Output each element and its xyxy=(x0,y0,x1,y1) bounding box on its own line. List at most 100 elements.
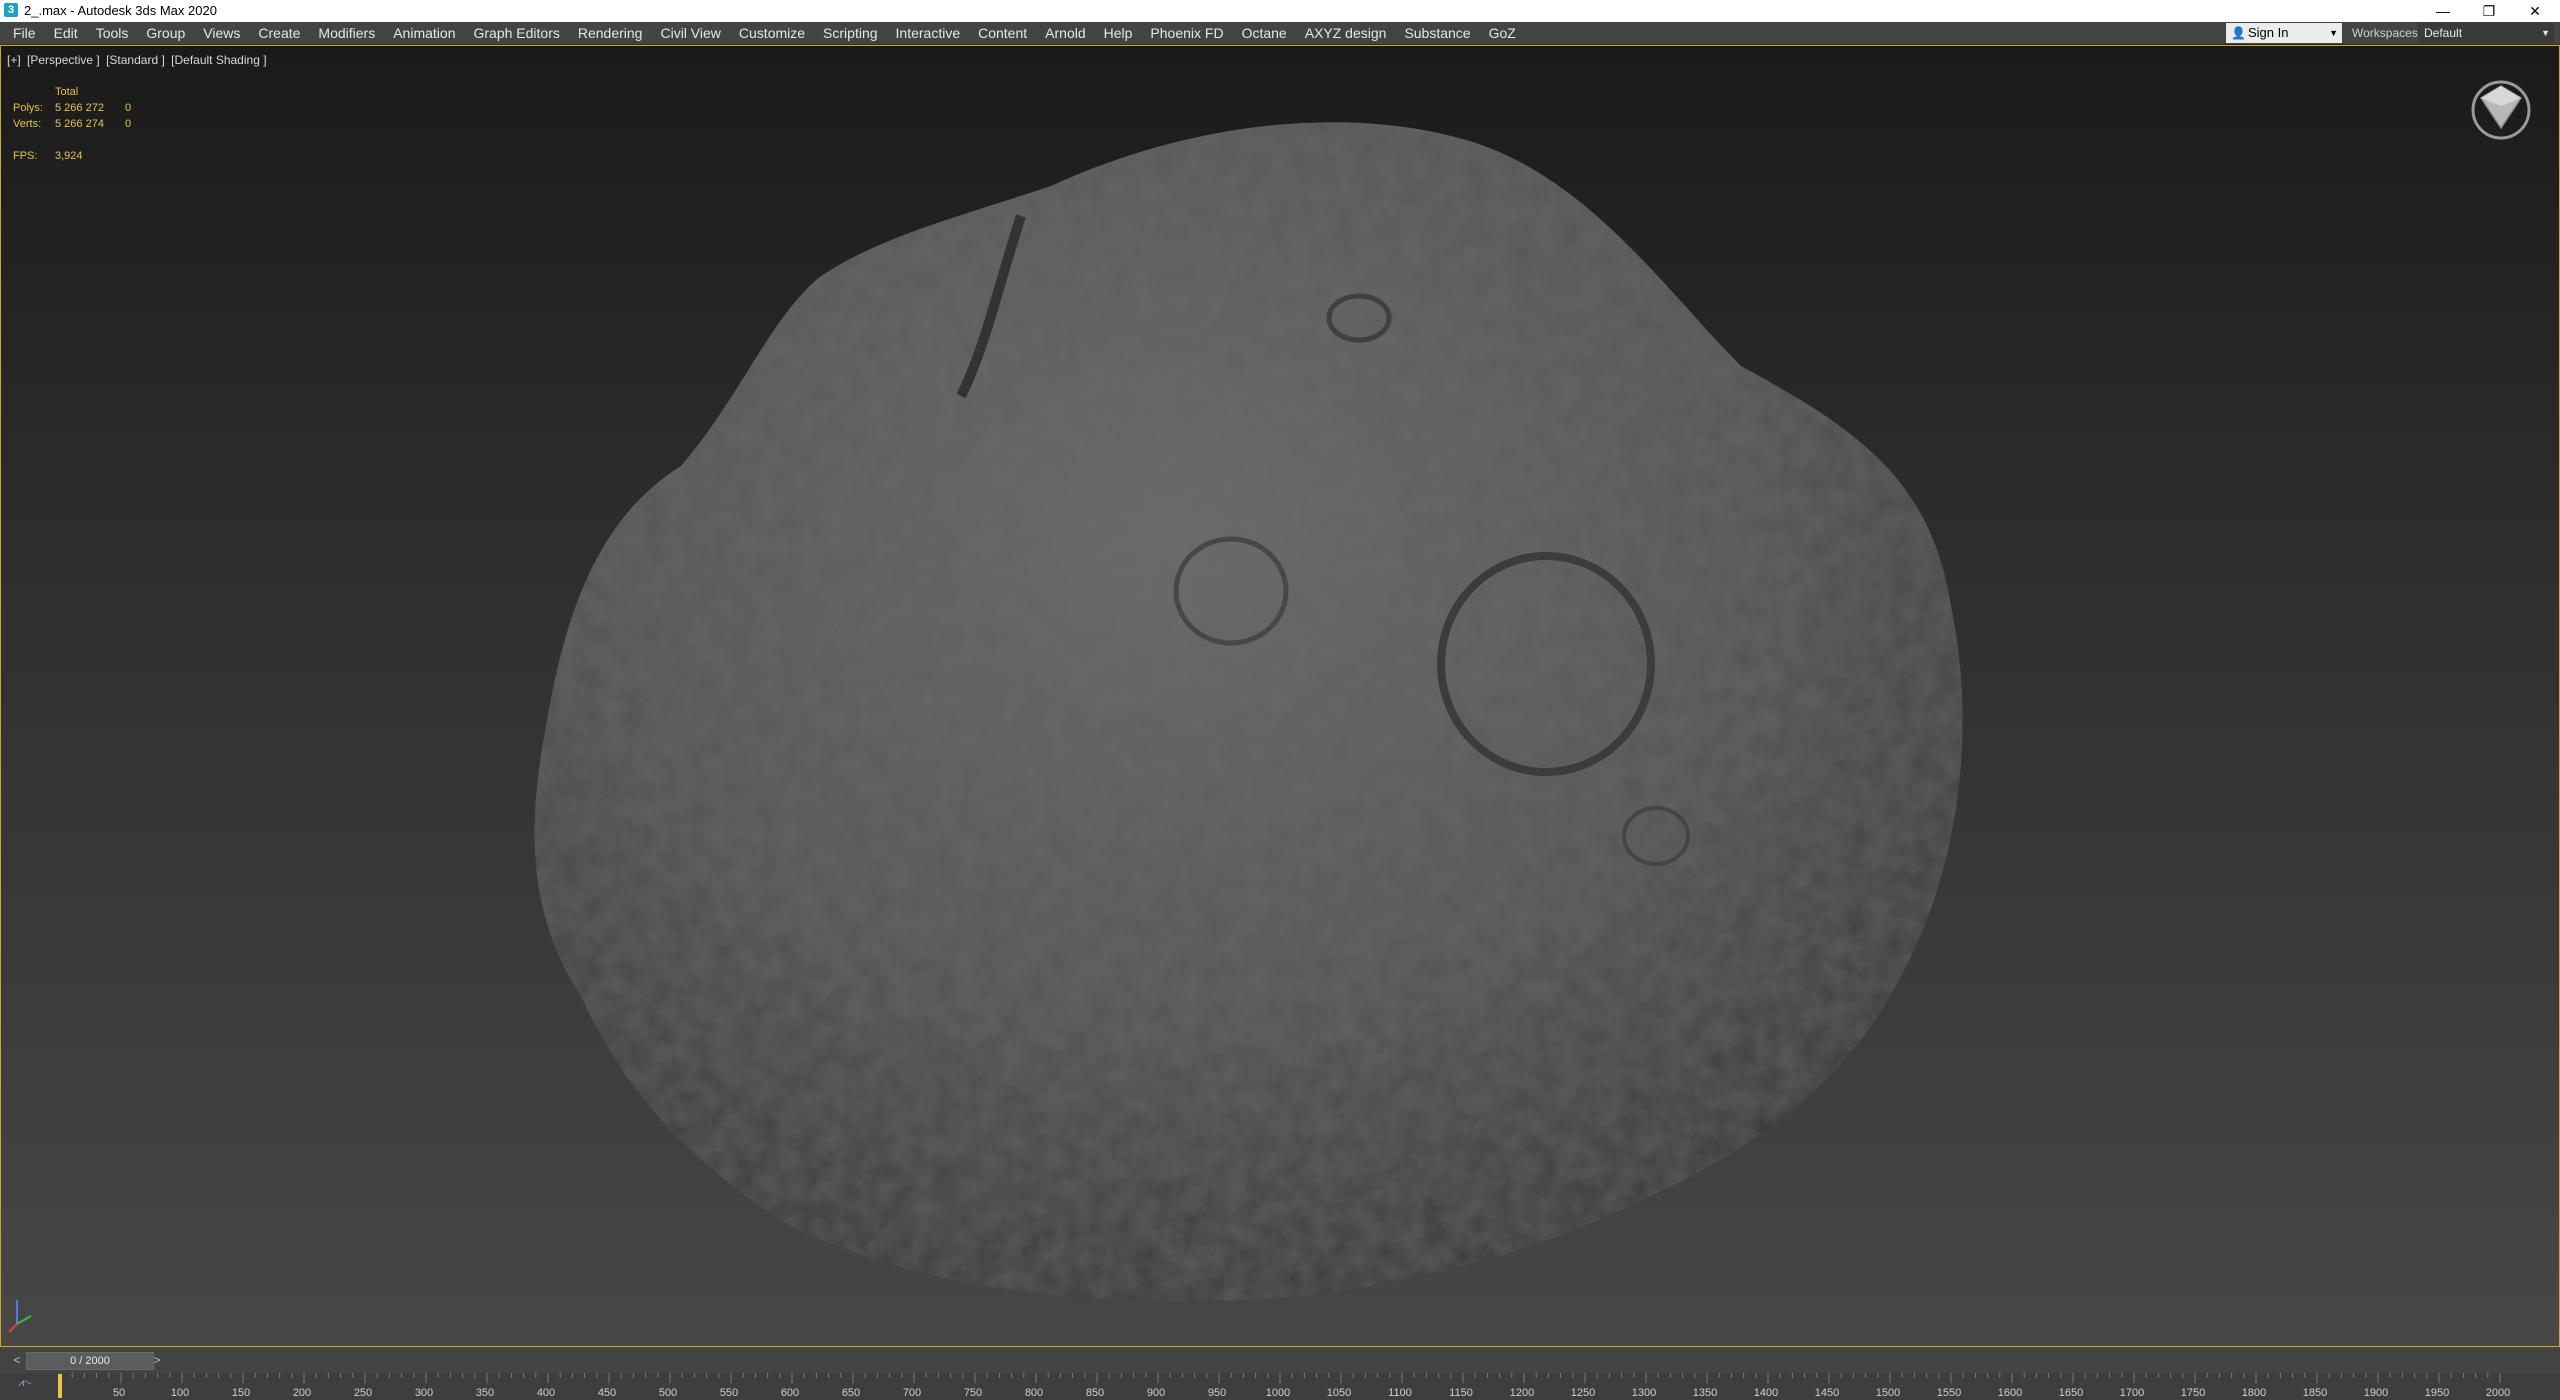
ruler-tick-label: 650 xyxy=(842,1387,860,1399)
ruler-tick-label: 1350 xyxy=(1693,1387,1717,1399)
ruler-tick-label: 600 xyxy=(781,1387,799,1399)
ruler-tick-label: 1700 xyxy=(2120,1387,2144,1399)
time-slider-handle[interactable]: 0 / 2000 xyxy=(26,1352,154,1370)
viewcube-icon[interactable] xyxy=(2469,76,2533,140)
menu-views[interactable]: Views xyxy=(194,22,249,44)
ruler-tick-label: 1400 xyxy=(1754,1387,1778,1399)
ruler-tick-label: 1300 xyxy=(1632,1387,1656,1399)
chevron-down-icon: ▼ xyxy=(2329,28,2338,38)
ruler-tick-label: 1800 xyxy=(2242,1387,2266,1399)
workspaces-label: Workspaces: xyxy=(2352,26,2422,40)
verts-label: Verts: xyxy=(13,118,42,130)
chevron-down-icon: ▼ xyxy=(2541,28,2550,38)
ruler-tick-label: 450 xyxy=(598,1387,616,1399)
viewport-standard-label[interactable]: [Standard ] xyxy=(106,53,165,67)
menu-civil-view[interactable]: Civil View xyxy=(651,22,729,44)
menu-goz[interactable]: GoZ xyxy=(1480,22,1525,44)
ruler-tick-label: 950 xyxy=(1208,1387,1226,1399)
workspaces-select[interactable]: Default ▼ xyxy=(2418,23,2554,43)
menu-substance[interactable]: Substance xyxy=(1395,22,1479,44)
current-frame-marker[interactable] xyxy=(58,1374,62,1398)
ruler-tick-label: 200 xyxy=(293,1387,311,1399)
time-slider: < 0 / 2000 > xyxy=(0,1347,2560,1373)
menu-help[interactable]: Help xyxy=(1095,22,1142,44)
track-bar[interactable]: ⩘∿ 50 100 150 200 250 300 350 400 450 500 550 600 65… xyxy=(0,1373,2560,1400)
ruler-tick-label: 1750 xyxy=(2181,1387,2205,1399)
polys-label: Polys: xyxy=(13,102,43,114)
ruler-tick-label: 2000 xyxy=(2486,1387,2510,1399)
ruler-tick-label: 1550 xyxy=(1937,1387,1961,1399)
fps-value: 3,924 xyxy=(55,150,83,162)
ruler-tick-label: 1050 xyxy=(1327,1387,1351,1399)
rock-body xyxy=(534,122,1963,1302)
ruler-tick-label: 550 xyxy=(720,1387,738,1399)
ruler-tick-label: 400 xyxy=(537,1387,555,1399)
window-title: 2_.max - Autodesk 3ds Max 2020 xyxy=(24,3,217,18)
ruler-tick-label: 1650 xyxy=(2059,1387,2083,1399)
menu-scripting[interactable]: Scripting xyxy=(814,22,886,44)
ruler-tick-label: 500 xyxy=(659,1387,677,1399)
axis-tripod-icon xyxy=(8,1300,32,1333)
menu-axyz-design[interactable]: AXYZ design xyxy=(1296,22,1396,44)
menu-modifiers[interactable]: Modifiers xyxy=(309,22,384,44)
ruler-tick-label: 1500 xyxy=(1876,1387,1900,1399)
ruler-tick-label: 1450 xyxy=(1815,1387,1839,1399)
menu-group[interactable]: Group xyxy=(137,22,194,44)
prev-frame-button[interactable]: < xyxy=(10,1352,24,1368)
ruler-tick-label: 850 xyxy=(1086,1387,1104,1399)
menu-interactive[interactable]: Interactive xyxy=(887,22,970,44)
ruler-tick-label: 1150 xyxy=(1449,1387,1473,1399)
ruler-tick-label: 1100 xyxy=(1388,1387,1412,1399)
ruler-tick-label: 900 xyxy=(1147,1387,1165,1399)
ruler-tick-label: 700 xyxy=(903,1387,921,1399)
minimize-button[interactable]: — xyxy=(2420,0,2466,22)
ruler-tick-label: 1900 xyxy=(2364,1387,2388,1399)
3ds-max-app-icon[interactable]: 3 xyxy=(4,3,18,17)
ruler-tick-label: 800 xyxy=(1025,1387,1043,1399)
viewport-menu-plus[interactable]: [+] xyxy=(7,53,21,67)
verts-selected: 0 xyxy=(125,118,132,130)
ruler-tick-label: 1200 xyxy=(1510,1387,1534,1399)
polys-selected: 0 xyxy=(125,102,132,114)
menu-animation[interactable]: Animation xyxy=(384,22,464,44)
ruler-tick-label: 1250 xyxy=(1571,1387,1595,1399)
menu-octane[interactable]: Octane xyxy=(1233,22,1296,44)
ruler-tick-label: 100 xyxy=(171,1387,189,1399)
ruler-tick-label: 750 xyxy=(964,1387,982,1399)
next-frame-button[interactable]: > xyxy=(150,1352,164,1368)
workspaces-value: Default xyxy=(2424,26,2463,40)
menu-content[interactable]: Content xyxy=(969,22,1036,44)
ruler-tick-label: 350 xyxy=(476,1387,494,1399)
user-icon: 👤 xyxy=(2231,26,2246,40)
menu-file[interactable]: File xyxy=(4,22,45,44)
menu-phoenix-fd[interactable]: Phoenix FD xyxy=(1141,22,1232,44)
sign-in-label: Sign In xyxy=(2248,25,2289,40)
perspective-viewport[interactable]: [+] [Perspective ] [Standard ] [Default … xyxy=(0,45,2560,1347)
stats-header: Total xyxy=(55,86,79,98)
rock-mesh[interactable] xyxy=(1,46,2559,1346)
menu-arnold[interactable]: Arnold xyxy=(1036,22,1094,44)
restore-button[interactable]: ❐ xyxy=(2466,0,2512,22)
ruler-tick-label: 1000 xyxy=(1266,1387,1290,1399)
menu-edit[interactable]: Edit xyxy=(45,22,87,44)
ruler-tick-label: 1850 xyxy=(2303,1387,2327,1399)
ruler-tick-label: 1600 xyxy=(1998,1387,2022,1399)
ruler-tick-label: 150 xyxy=(232,1387,250,1399)
menu-graph-editors[interactable]: Graph Editors xyxy=(464,22,568,44)
viewport-view-label[interactable]: [Perspective ] xyxy=(27,53,100,67)
ruler-tick-label: 300 xyxy=(415,1387,433,1399)
sign-in-dropdown[interactable]: 👤 Sign In ▼ xyxy=(2226,23,2342,43)
menu-tools[interactable]: Tools xyxy=(87,22,138,44)
menu-rendering[interactable]: Rendering xyxy=(569,22,652,44)
main-menu: File Edit Tools Group Views Create Modif… xyxy=(4,22,1525,44)
viewport-label[interactable]: [+] [Perspective ] [Standard ] [Default … xyxy=(7,53,270,67)
frame-ruler[interactable]: 50 100 150 200 250 300 350 400 450 500 550 600 650 70… xyxy=(0,1373,2560,1400)
close-button[interactable]: ✕ xyxy=(2512,0,2558,22)
menu-customize[interactable]: Customize xyxy=(730,22,814,44)
fps-label: FPS: xyxy=(13,150,38,162)
ruler-tick-label: 250 xyxy=(354,1387,372,1399)
polys-value: 5 266 272 xyxy=(55,102,104,114)
viewport-shading-label[interactable]: [Default Shading ] xyxy=(171,53,266,67)
menu-create[interactable]: Create xyxy=(249,22,309,44)
menu-bar: File Edit Tools Group Views Create Modif… xyxy=(0,22,2560,45)
